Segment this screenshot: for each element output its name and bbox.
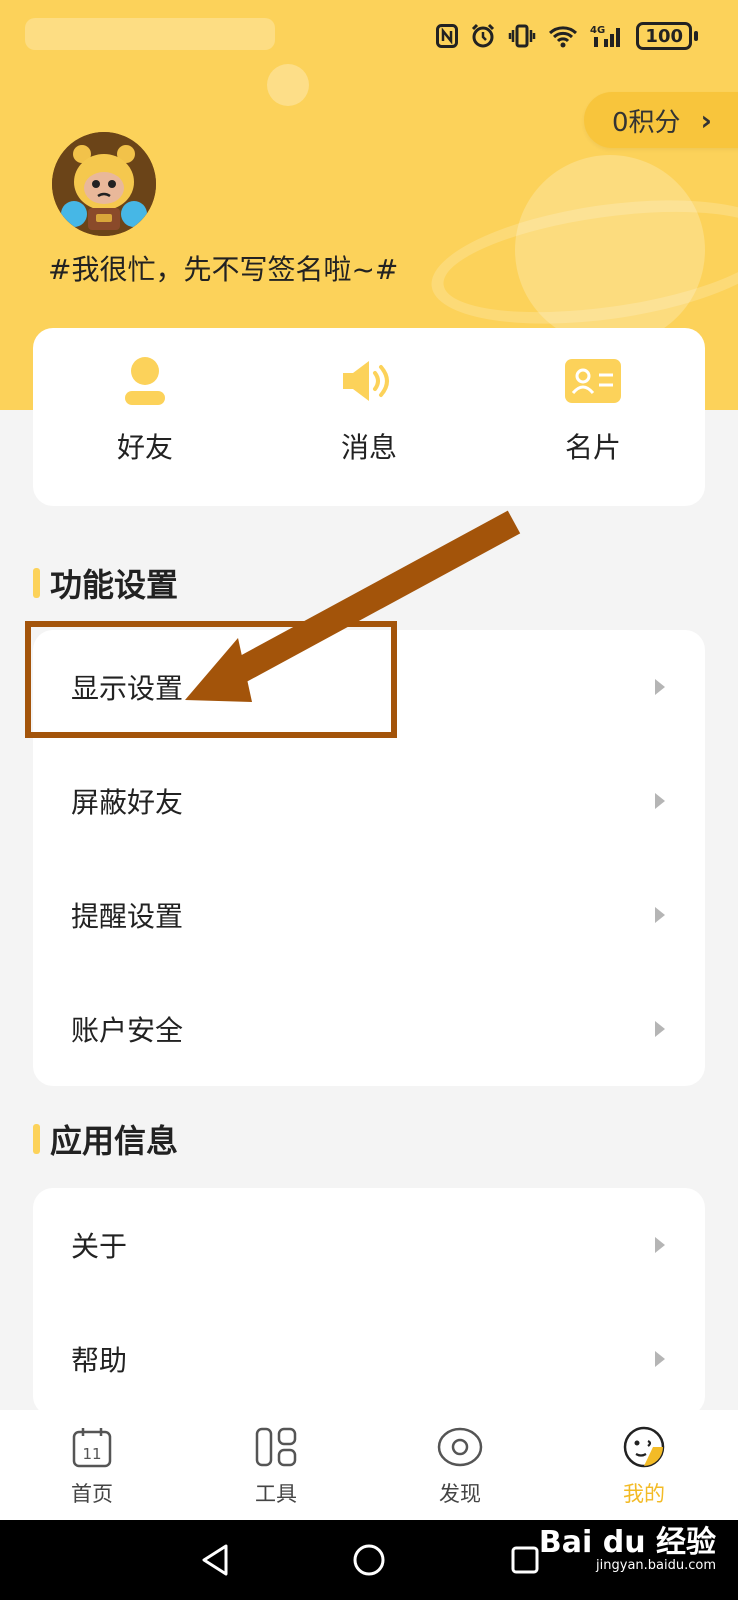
quick-action-messages[interactable]: 消息	[257, 328, 481, 506]
chevron-right-icon: ›	[700, 103, 713, 137]
nav-tools[interactable]: 工具	[184, 1410, 368, 1520]
quick-action-friends[interactable]: 好友	[33, 328, 257, 506]
baidu-watermark: Bai du 经验 jingyan.baidu.com	[539, 1526, 716, 1573]
list-item-label: 关于	[71, 1230, 128, 1263]
list-item-block-friends[interactable]: 屏蔽好友	[33, 744, 705, 858]
nav-me[interactable]: 我的	[552, 1410, 736, 1520]
chevron-right-icon	[655, 1021, 665, 1037]
signal-icon: 4G	[590, 21, 624, 51]
watermark-text: Bai du 经验	[538, 1525, 716, 1560]
section-title-text: 应用信息	[50, 1122, 179, 1160]
chevron-right-icon	[655, 1237, 665, 1253]
list-item-label: 账户安全	[71, 1014, 184, 1047]
nav-label: 发现	[439, 1482, 481, 1506]
network-type-text: 4G	[590, 25, 605, 36]
section-title-app-info: 应用信息	[33, 1116, 178, 1162]
vibrate-icon	[508, 21, 536, 51]
list-item-label: 帮助	[71, 1344, 128, 1377]
id-card-icon	[563, 354, 623, 408]
section-title-function-settings: 功能设置	[33, 560, 178, 606]
nfc-icon	[436, 21, 459, 51]
screen: 4G 100 0积分 › #我很忙，先不写签名啦~# 好友 消息 名片 功能设置…	[0, 0, 738, 1600]
quick-action-label: 消息	[340, 431, 397, 464]
list-item-about[interactable]: 关于	[33, 1188, 705, 1302]
annotation-highlight-box	[25, 621, 397, 738]
watermark-url: jingyan.baidu.com	[596, 1558, 716, 1573]
app-info-list: 关于 帮助	[33, 1188, 705, 1416]
profile-signature[interactable]: #我很忙，先不写签名啦~#	[48, 248, 398, 288]
eye-icon	[437, 1424, 483, 1470]
list-item-label: 提醒设置	[71, 900, 184, 933]
list-item-label: 屏蔽好友	[71, 786, 184, 819]
quick-actions-card: 好友 消息 名片	[33, 328, 705, 506]
section-title-text: 功能设置	[50, 566, 179, 604]
points-label: 0积分	[612, 107, 681, 138]
list-item-account-security[interactable]: 账户安全	[33, 972, 705, 1086]
list-item-reminder-settings[interactable]: 提醒设置	[33, 858, 705, 972]
nav-label: 工具	[255, 1482, 297, 1506]
battery-level: 100	[636, 22, 692, 50]
quick-action-card[interactable]: 名片	[481, 328, 705, 506]
nav-discover[interactable]: 发现	[368, 1410, 552, 1520]
wifi-icon	[548, 21, 578, 51]
person-icon	[115, 354, 175, 408]
section-accent-bar	[33, 1124, 40, 1154]
chevron-right-icon	[655, 679, 665, 695]
blurred-area	[25, 18, 275, 50]
quick-action-label: 好友	[116, 431, 173, 464]
battery-tip	[694, 31, 698, 41]
battery-indicator: 100	[636, 22, 698, 50]
nav-label: 我的	[623, 1482, 665, 1506]
decorative-moon	[267, 64, 309, 106]
list-item-help[interactable]: 帮助	[33, 1302, 705, 1416]
chevron-right-icon	[655, 907, 665, 923]
chevron-right-icon	[655, 1351, 665, 1367]
alarm-icon	[470, 21, 496, 51]
tools-icon	[255, 1424, 297, 1470]
bottom-navigation: 11 首页 工具 发现 我的	[0, 1410, 738, 1520]
calendar-day-text: 11	[82, 1445, 101, 1463]
avatar[interactable]	[52, 132, 156, 236]
home-circle-icon[interactable]	[344, 1520, 394, 1600]
chevron-right-icon	[655, 793, 665, 809]
nav-home[interactable]: 11 首页	[0, 1410, 184, 1520]
nav-label: 首页	[71, 1482, 113, 1506]
back-icon[interactable]	[190, 1520, 240, 1600]
quick-action-label: 名片	[564, 431, 621, 464]
points-button[interactable]: 0积分 ›	[584, 92, 738, 148]
section-accent-bar	[33, 568, 40, 598]
speaker-icon	[339, 354, 399, 408]
face-icon	[622, 1424, 666, 1470]
status-bar: 4G 100	[436, 20, 698, 52]
calendar-icon: 11	[72, 1424, 112, 1470]
